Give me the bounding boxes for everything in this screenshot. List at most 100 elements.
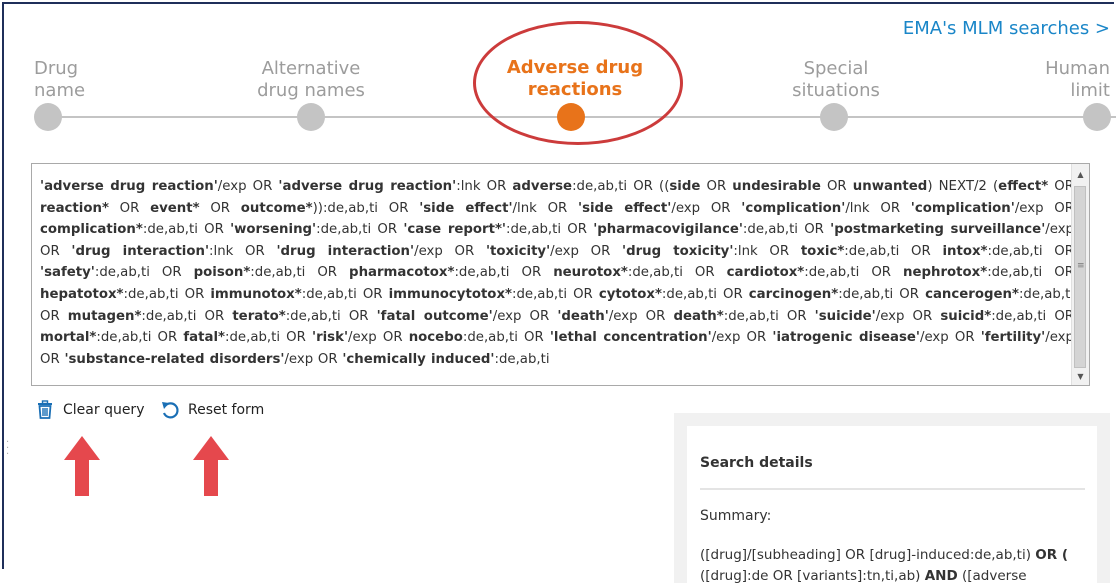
query-term: 'toxicity' [485, 243, 551, 259]
trash-icon [35, 400, 55, 420]
query-term: immunotox* [210, 286, 302, 302]
query-operator: :de,ab,ti OR [844, 243, 943, 259]
reset-form-label: Reset form [188, 402, 265, 418]
query-operator: :de,ab,ti OR [987, 243, 1074, 259]
step-human-limit[interactable]: Human limit [1045, 58, 1110, 102]
query-operator: :de,ab,ti OR [123, 286, 211, 302]
query-term: 'adverse drug reaction' [278, 179, 457, 194]
query-operator: :de,ab,ti OR [141, 308, 233, 324]
query-term: 'drug toxicity' [622, 243, 734, 259]
summary-text: ([drug]/[subheading] OR [drug]-induced:d… [700, 545, 1090, 587]
scroll-up-arrow-icon[interactable]: ▲ [1072, 166, 1089, 183]
query-term: poison* [193, 265, 251, 281]
clear-query-label: Clear query [63, 402, 145, 418]
scroll-down-arrow-icon[interactable]: ▼ [1072, 368, 1089, 385]
query-operator: ) NEXT/2 ( [927, 179, 999, 194]
query-term: adverse [512, 179, 573, 194]
summary-label: Summary: [700, 508, 772, 524]
query-operator: /exp OR [875, 308, 941, 324]
search-details-panel: Search details Summary: ([drug]/[subhead… [674, 413, 1110, 586]
query-term: outcome* [240, 200, 313, 216]
query-operator: :de,ab,ti OR [454, 265, 554, 281]
query-term: nephrotox* [903, 265, 988, 281]
wizard-stepper: Drug name Alternative drug names Adverse… [0, 0, 1116, 150]
step-adverse-drug-reactions[interactable]: Adverse drug reactions [500, 57, 650, 101]
query-term: 'worsening' [230, 222, 317, 238]
query-operator: /exp OR [550, 243, 623, 259]
step-dot-alternative-drug-names[interactable] [297, 103, 325, 131]
query-term: 'complication' [741, 200, 846, 216]
undo-icon [160, 400, 180, 420]
step-special-situations[interactable]: Special situations [776, 58, 896, 102]
clear-query-button[interactable]: Clear query [35, 400, 144, 420]
query-text: 'adverse drug reaction'/exp OR 'adverse … [40, 176, 1074, 370]
query-operator: :de,ab,ti OR [804, 265, 904, 281]
query-operator: /lnk OR [512, 200, 579, 216]
query-term: 'suicide' [814, 308, 876, 324]
step-dot-adverse-drug-reactions[interactable] [557, 103, 585, 131]
summary-operator: ([drug]:de OR [variants]:tn,ti,ab) [700, 568, 925, 584]
query-operator: /exp OR [1014, 200, 1075, 216]
query-term: undesirable [732, 179, 821, 194]
summary-term: OR ( [1035, 547, 1069, 563]
query-operator: :de,ab,ti OR [991, 308, 1075, 324]
query-operator: :de,ab,ti OR [285, 308, 377, 324]
query-term: terato* [232, 308, 286, 324]
query-term: toxic* [800, 243, 845, 259]
query-operator: /exp OR [608, 308, 674, 324]
query-term: 'complication' [910, 200, 1015, 216]
query-textarea[interactable]: 'adverse drug reaction'/exp OR 'adverse … [31, 163, 1090, 386]
query-term: 'lethal concentration' [549, 330, 712, 346]
query-operator: OR [820, 179, 853, 194]
query-operator: /exp OR [492, 308, 558, 324]
scroll-thumb[interactable]: ≡ [1074, 186, 1086, 368]
scroll-grip-icon: ≡ [1077, 261, 1085, 271]
step-label-line2: drug names [257, 80, 365, 101]
step-label-line2: limit [1070, 80, 1110, 101]
query-operator: :de,ab,ti OR (( [572, 179, 670, 194]
query-term: immunocytotox* [388, 286, 512, 302]
query-operator: /exp OR [348, 330, 409, 346]
query-operator: :de,ab,ti OR [506, 222, 594, 238]
search-details-card: Search details Summary: ([drug]/[subhead… [687, 426, 1097, 586]
query-operator: :de,ab,ti OR [250, 265, 350, 281]
query-term: cardiotox* [726, 265, 805, 281]
query-operator: :lnk OR [733, 243, 801, 259]
query-term: cytotox* [598, 286, 662, 302]
search-details-title: Search details [700, 455, 813, 471]
query-operator: :de,ab,ti OR [225, 330, 312, 346]
query-operator: :de,ab,ti OR [742, 222, 831, 238]
step-drug-name[interactable]: Drug name [34, 58, 85, 102]
step-dot-special-situations[interactable] [820, 103, 848, 131]
query-term: 'substance-related disorders' [64, 351, 285, 367]
query-operator: OR [108, 200, 151, 216]
query-term: hepatotox* [40, 286, 124, 302]
step-alternative-drug-names[interactable]: Alternative drug names [246, 58, 376, 102]
step-dot-drug-name[interactable] [34, 103, 62, 131]
query-term: pharmacotox* [349, 265, 455, 281]
resize-handle-icon[interactable]: · · · [6, 438, 9, 460]
reset-form-button[interactable]: Reset form [160, 400, 264, 420]
query-operator: :de,ab,ti [494, 351, 550, 367]
query-term: 'fatal outcome' [376, 308, 493, 324]
step-dot-human-limit[interactable] [1083, 103, 1111, 131]
query-operator: /exp OR [217, 179, 279, 194]
query-term: 'side effect' [419, 200, 513, 216]
query-scrollbar[interactable]: ▲ ≡ ▼ [1071, 164, 1089, 385]
query-term: 'pharmacovigilance' [593, 222, 743, 238]
query-operator: /exp OR [671, 200, 742, 216]
query-operator: :de,ab,ti OR [96, 330, 184, 346]
query-term: event* [150, 200, 200, 216]
query-term: 'drug interaction' [71, 243, 210, 259]
query-operator: :de,ab,ti OR [142, 222, 231, 238]
query-term: 'risk' [312, 330, 349, 346]
query-operator: :de,ab,ti OR [723, 308, 815, 324]
query-term: cancerogen* [925, 286, 1019, 302]
query-term: mortal* [40, 330, 97, 346]
query-operator: :de,ab,ti OR [627, 265, 727, 281]
summary-operator: ([adverse [957, 568, 1027, 584]
query-term: 'side effect' [578, 200, 672, 216]
query-term: suicid* [940, 308, 992, 324]
step-label-line1: Special [803, 58, 869, 79]
summary-operator: ([drug]/[subheading] OR [drug]-induced:d… [700, 547, 1036, 563]
